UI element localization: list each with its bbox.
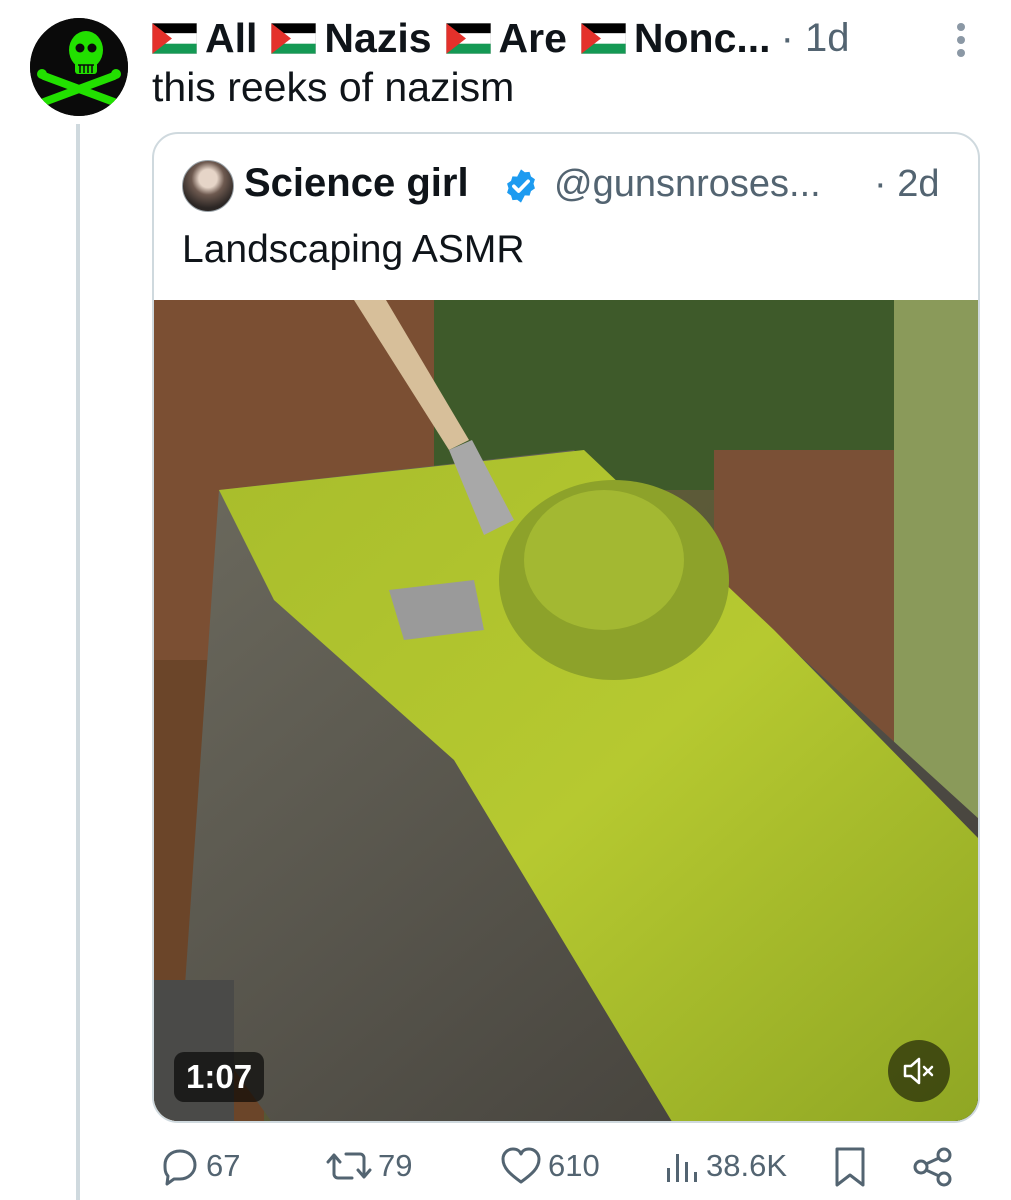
- quoted-tweet-card[interactable]: Science girl @gunsnroses... · 2d Landsca…: [152, 132, 980, 1123]
- share-icon: [913, 1147, 952, 1187]
- tweet-action-bar: 67 79 610 38.6K: [152, 1146, 972, 1200]
- palestine-flag-icon: [580, 22, 626, 54]
- repost-icon: [326, 1152, 372, 1180]
- heart-icon: [501, 1147, 541, 1184]
- green-skull-avatar-icon: [30, 18, 128, 116]
- speaker-muted-icon: [903, 1057, 934, 1085]
- more-vertical-icon[interactable]: [946, 18, 976, 62]
- tweet-timestamp[interactable]: · 1d: [781, 16, 850, 61]
- video-thumbnail: [154, 300, 978, 1121]
- reply-button[interactable]: 67: [160, 1146, 240, 1186]
- palestine-flag-icon: [445, 22, 491, 54]
- mute-button[interactable]: [888, 1040, 950, 1102]
- quoted-author-avatar[interactable]: [182, 160, 234, 212]
- quoted-author-name[interactable]: Science girl: [244, 161, 469, 206]
- bookmark-icon: [835, 1147, 865, 1187]
- like-count: 610: [548, 1148, 600, 1183]
- author-name-word[interactable]: Are: [499, 15, 567, 62]
- verified-badge-icon: [507, 169, 535, 203]
- tweet-header: All Nazis Are Nonc... · 1d: [152, 14, 850, 62]
- palestine-flag-icon: [271, 22, 317, 54]
- reply-icon: [163, 1149, 197, 1186]
- video-player[interactable]: 1:07: [154, 300, 978, 1121]
- author-name-word[interactable]: All: [205, 15, 257, 62]
- thread-line: [76, 124, 80, 1200]
- reply-count: 67: [206, 1148, 241, 1183]
- palestine-flag-icon: [152, 22, 197, 54]
- tweet-text: this reeks of nazism: [152, 64, 515, 110]
- quoted-tweet-text: Landscaping ASMR: [182, 228, 525, 271]
- share-button[interactable]: [912, 1146, 954, 1188]
- views-count: 38.6K: [706, 1148, 788, 1183]
- author-avatar[interactable]: [30, 18, 128, 116]
- author-name-word[interactable]: Nonc...: [634, 15, 771, 62]
- repost-count: 79: [378, 1148, 413, 1183]
- repost-button[interactable]: 79: [326, 1146, 412, 1186]
- quoted-tweet-timestamp[interactable]: · 2d: [874, 163, 939, 206]
- quoted-author-handle[interactable]: @gunsnroses...: [554, 163, 821, 206]
- video-duration: 1:07: [174, 1052, 265, 1102]
- author-name-word[interactable]: Nazis: [324, 15, 431, 62]
- like-button[interactable]: 610: [500, 1146, 600, 1186]
- views-button[interactable]: 38.6K: [664, 1146, 787, 1186]
- views-chart-icon: [667, 1154, 697, 1182]
- bookmark-button[interactable]: [832, 1146, 868, 1188]
